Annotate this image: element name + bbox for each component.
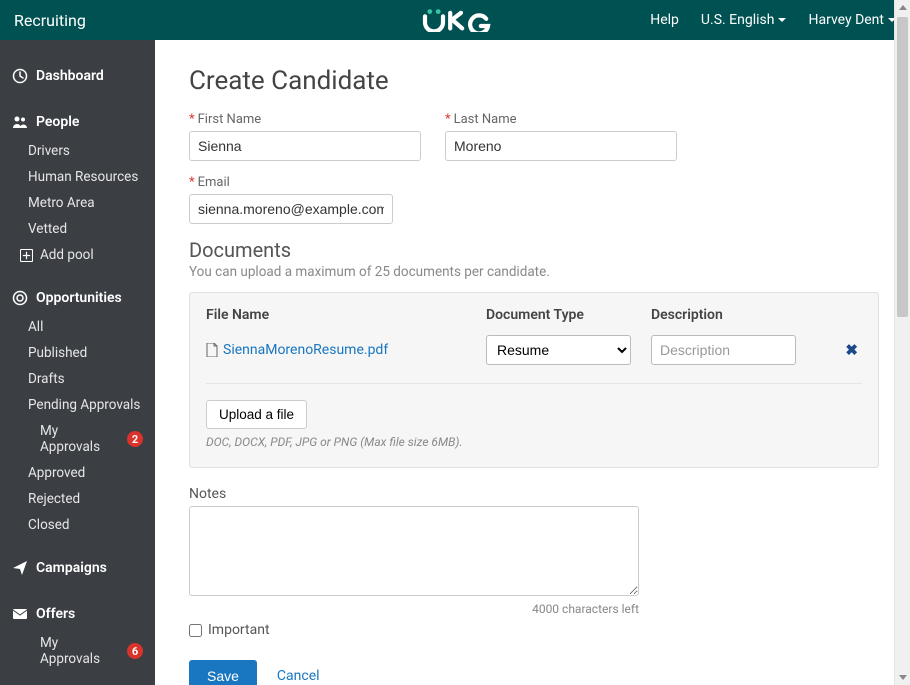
target-icon — [12, 290, 28, 306]
sidebar-item-my-approvals-opps[interactable]: My Approvals 2 — [0, 418, 155, 460]
app-title: Recruiting — [14, 11, 86, 30]
file-icon — [206, 343, 218, 357]
documents-subtitle: You can upload a maximum of 25 documents… — [189, 264, 876, 280]
sidebar-item-drivers[interactable]: Drivers — [0, 138, 155, 164]
scroll-up-icon[interactable] — [899, 5, 907, 10]
plus-box-icon — [18, 247, 34, 263]
nav-offers-label: Offers — [36, 606, 75, 622]
documents-title: Documents — [189, 238, 876, 262]
nav-offers[interactable]: Offers — [0, 584, 155, 630]
sidebar-item-my-approvals-offers-label: My Approvals — [40, 635, 121, 667]
sidebar-item-approved[interactable]: Approved — [0, 460, 155, 486]
sidebar-item-drafts[interactable]: Drafts — [0, 366, 155, 392]
top-nav: Help U.S. English Harvey Dent — [650, 12, 896, 28]
nav-campaigns-label: Campaigns — [36, 560, 107, 576]
cancel-link[interactable]: Cancel — [277, 668, 320, 684]
doc-type-select[interactable]: Resume — [486, 335, 631, 365]
sidebar-add-pool[interactable]: Add pool — [0, 242, 155, 268]
user-dropdown[interactable]: Harvey Dent — [808, 12, 896, 28]
scroll-thumb[interactable] — [897, 17, 908, 317]
clock-icon — [12, 68, 28, 84]
sidebar-item-published[interactable]: Published — [0, 340, 155, 366]
page-title: Create Candidate — [189, 66, 876, 96]
important-row: Important — [189, 622, 876, 638]
first-name-group: *First Name — [189, 112, 421, 161]
sidebar-item-vetted[interactable]: Vetted — [0, 216, 155, 242]
sidebar-item-all[interactable]: All — [0, 314, 155, 340]
documents-panel: File Name Document Type Description Sien… — [189, 292, 879, 468]
col-file-name: File Name — [206, 307, 486, 323]
people-icon — [12, 114, 28, 130]
sidebar-item-closed[interactable]: Closed — [0, 512, 155, 538]
scrollbar[interactable] — [894, 0, 910, 685]
form-actions: Save Cancel — [189, 660, 876, 685]
sidebar-item-my-approvals-opps-label: My Approvals — [40, 423, 121, 455]
nav-opportunities-label: Opportunities — [36, 290, 122, 306]
nav-people[interactable]: People — [0, 92, 155, 138]
sidebar-item-metro[interactable]: Metro Area — [0, 190, 155, 216]
sidebar-item-my-approvals-offers[interactable]: My Approvals 6 — [0, 630, 155, 672]
file-name-label: SiennaMorenoResume.pdf — [223, 342, 388, 358]
document-row: SiennaMorenoResume.pdf Resume ✖ — [206, 335, 862, 384]
help-link[interactable]: Help — [650, 12, 679, 28]
last-name-label: *Last Name — [445, 112, 677, 127]
notes-textarea[interactable] — [189, 506, 639, 596]
email-group: *Email — [189, 175, 393, 224]
email-input[interactable] — [189, 194, 393, 224]
remove-document-button[interactable]: ✖ — [841, 341, 862, 359]
documents-header-row: File Name Document Type Description — [206, 307, 862, 323]
first-name-label: *First Name — [189, 112, 421, 127]
nav-people-label: People — [36, 114, 79, 130]
scroll-track[interactable] — [897, 17, 908, 668]
sidebar-add-pool-label: Add pool — [40, 247, 94, 263]
nav-dashboard[interactable]: Dashboard — [0, 40, 155, 92]
important-label: Important — [208, 622, 270, 638]
sidebar-item-rejected[interactable]: Rejected — [0, 486, 155, 512]
doc-description-input[interactable] — [651, 335, 796, 365]
badge-count: 2 — [127, 431, 143, 447]
ukg-logo — [419, 8, 491, 32]
last-name-input[interactable] — [445, 131, 677, 161]
user-label: Harvey Dent — [808, 12, 884, 28]
nav-dashboard-label: Dashboard — [36, 68, 104, 84]
envelope-icon — [12, 606, 28, 622]
important-checkbox[interactable] — [189, 624, 202, 637]
nav-campaigns[interactable]: Campaigns — [0, 538, 155, 584]
badge-count: 6 — [127, 643, 143, 659]
upload-file-button[interactable]: Upload a file — [206, 400, 307, 429]
caret-down-icon — [778, 18, 786, 22]
upload-hint: DOC, DOCX, PDF, JPG or PNG (Max file siz… — [206, 435, 862, 449]
language-dropdown[interactable]: U.S. English — [701, 12, 787, 28]
chars-left: 4000 characters left — [189, 602, 639, 616]
last-name-group: *Last Name — [445, 112, 677, 161]
sidebar-item-pending[interactable]: Pending Approvals — [0, 392, 155, 418]
help-link-label: Help — [650, 12, 679, 28]
nav-opportunities[interactable]: Opportunities — [0, 268, 155, 314]
col-doc-type: Document Type — [486, 307, 651, 323]
paper-plane-icon — [12, 560, 28, 576]
notes-label: Notes — [189, 486, 876, 502]
file-link[interactable]: SiennaMorenoResume.pdf — [206, 342, 486, 358]
first-name-input[interactable] — [189, 131, 421, 161]
save-button[interactable]: Save — [189, 660, 257, 685]
scroll-down-icon[interactable] — [899, 675, 907, 680]
email-label: *Email — [189, 175, 393, 190]
language-label: U.S. English — [701, 12, 775, 28]
sidebar-item-hr[interactable]: Human Resources — [0, 164, 155, 190]
sidebar: Dashboard People Drivers Human Resources… — [0, 40, 155, 685]
top-bar: Recruiting Help U.S. English Harvey Dent — [0, 0, 910, 40]
main-content: Create Candidate *First Name *Last Name … — [155, 40, 910, 685]
col-description: Description — [651, 307, 862, 323]
